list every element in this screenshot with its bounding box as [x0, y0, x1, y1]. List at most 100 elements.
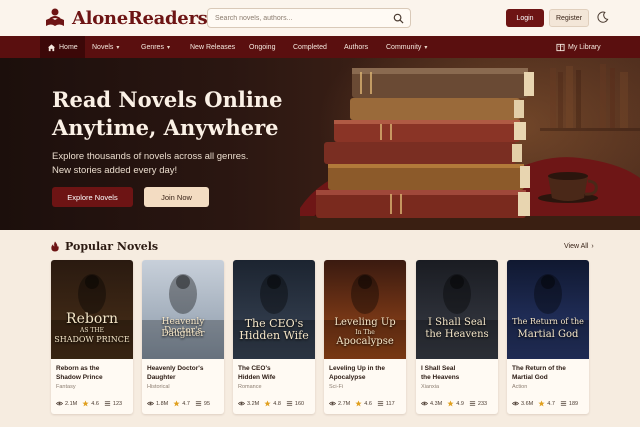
eye-icon [512, 401, 519, 406]
nav-community[interactable]: Community ▾ [386, 36, 427, 58]
views-count: 4.3M [430, 400, 443, 407]
novel-stats: 1.8M 4.7 95 [147, 400, 223, 407]
join-now-button[interactable]: Join Now [144, 187, 209, 207]
novel-title-line2: Apocalypse [329, 374, 366, 381]
views-stat: 3.6M [512, 400, 533, 407]
novel-card[interactable]: The Return of the Martial God The Return… [507, 260, 589, 414]
cover-title: The Return of the [512, 317, 584, 326]
nav-my-library[interactable]: My Library [556, 36, 601, 58]
chapters-stat: 160 [286, 400, 304, 407]
chapters-stat: 189 [560, 400, 578, 407]
novel-stats: 2.1M 4.6 123 [56, 400, 132, 407]
cover-art [507, 260, 589, 359]
novel-cover[interactable]: The CEO's Hidden Wife [233, 260, 315, 359]
moon-icon[interactable] [596, 11, 609, 24]
view-all-link[interactable]: View All › [564, 243, 594, 250]
search-input[interactable] [208, 14, 388, 22]
list-icon [560, 401, 567, 406]
nav-authors[interactable]: Authors [344, 36, 368, 58]
novel-title-line1: Leveling Up in the [329, 365, 385, 372]
views-count: 2.7M [338, 400, 351, 407]
novel-title-line2: Hidden Wife [238, 374, 276, 381]
nav-novels[interactable]: Novels ▾ [92, 36, 119, 58]
nav-completed-label: Completed [293, 43, 327, 51]
chapters-count: 123 [112, 400, 123, 407]
rating-value: 4.9 [456, 400, 464, 407]
chapters-stat: 95 [195, 400, 210, 407]
views-count: 2.1M [65, 400, 78, 407]
list-icon [286, 401, 293, 406]
cover-title-line2: the Heavens [425, 329, 489, 340]
novel-cover[interactable]: I Shall Seal the Heavens [416, 260, 498, 359]
novel-card[interactable]: Heavenly Doctor's Daughter Heavenly Doct… [142, 260, 224, 414]
novel-card[interactable]: Leveling Up In The Apocalypse Leveling U… [324, 260, 406, 414]
eye-icon [147, 401, 154, 406]
chapters-stat: 123 [104, 400, 122, 407]
chapters-count: 160 [294, 400, 305, 407]
site-logo[interactable]: AloneReaders [44, 7, 208, 29]
rating-stat: 4.7 [538, 400, 555, 407]
chapters-count: 233 [477, 400, 488, 407]
chapters-stat: 233 [469, 400, 487, 407]
home-icon [47, 43, 56, 51]
nav-home-label: Home [59, 43, 78, 51]
cover-title: I Shall Seal [428, 317, 486, 328]
popular-title: Popular Novels [65, 240, 159, 253]
novel-genre: Xianxia [421, 384, 440, 390]
novel-title[interactable]: Leveling Up in the Apocalypse [329, 364, 403, 382]
novel-stats: 3.6M 4.7 189 [512, 400, 588, 407]
novel-title[interactable]: The CEO's Hidden Wife [238, 364, 312, 382]
novel-title-line1: The Return of the [512, 365, 566, 372]
hero-title: Read Novels Online Anytime, Anywhere [52, 86, 312, 142]
eye-icon [238, 401, 245, 406]
star-icon [538, 400, 545, 407]
chevron-down-icon: ▾ [166, 44, 170, 51]
nav-home[interactable]: Home [40, 36, 85, 58]
cover-art [416, 260, 498, 359]
chapters-stat: 117 [377, 400, 395, 407]
login-button[interactable]: Login [506, 9, 544, 27]
novel-card[interactable]: I Shall Seal the Heavens I Shall Seal th… [416, 260, 498, 414]
novel-title[interactable]: The Return of the Martial God [512, 364, 586, 382]
views-count: 3.6M [521, 400, 534, 407]
novel-cover[interactable]: The Return of the Martial God [507, 260, 589, 359]
novel-cover[interactable]: Reborn AS THE SHADOW PRINCE [51, 260, 133, 359]
novel-title-line1: I Shall Seal [421, 365, 456, 372]
hero-banner: Read Novels Online Anytime, Anywhere Exp… [0, 58, 640, 230]
novel-title[interactable]: I Shall Seal the Heavens [421, 364, 495, 382]
main-nav: Home Novels ▾ Genres ▾ New Releases Ongo… [0, 36, 640, 58]
novel-title[interactable]: Heavenly Doctor's Daughter [147, 364, 221, 382]
novel-card[interactable]: The CEO's Hidden Wife The CEO's Hidden W… [233, 260, 315, 414]
hero-subtitle-line1: Explore thousands of novels across all g… [52, 151, 249, 162]
novel-cover[interactable]: Heavenly Doctor's Daughter [142, 260, 224, 359]
views-stat: 1.8M [147, 400, 168, 407]
novel-cover[interactable]: Leveling Up In The Apocalypse [324, 260, 406, 359]
rating-value: 4.6 [364, 400, 372, 407]
stacked-books-illustration [300, 64, 640, 230]
nav-new-releases[interactable]: New Releases [190, 36, 235, 58]
cover-title-line2: Apocalypse [336, 336, 394, 347]
nav-genres[interactable]: Genres ▾ [141, 36, 170, 58]
novel-card[interactable]: Reborn AS THE SHADOW PRINCE Reborn as th… [51, 260, 133, 414]
star-icon [264, 400, 271, 407]
cover-title-line2: Hidden Wife [239, 329, 309, 342]
cover-title: Reborn [66, 311, 118, 327]
search-box [207, 8, 411, 28]
nav-completed[interactable]: Completed [293, 36, 327, 58]
nav-authors-label: Authors [344, 43, 369, 51]
views-stat: 4.3M [421, 400, 442, 407]
nav-new-releases-label: New Releases [190, 43, 236, 51]
views-count: 1.8M [156, 400, 169, 407]
hero-subtitle-line2: New stories added every day! [52, 165, 178, 176]
cover-title-line2: Martial God [517, 329, 579, 340]
explore-novels-button[interactable]: Explore Novels [52, 187, 133, 207]
register-button[interactable]: Register [549, 9, 589, 27]
rating-stat: 4.6 [355, 400, 372, 407]
search-icon[interactable] [393, 13, 404, 24]
novel-genre: Historical [147, 384, 170, 390]
nav-ongoing[interactable]: Ongoing [249, 36, 275, 58]
novel-stats: 2.7M 4.6 117 [329, 400, 405, 407]
cover-art [233, 260, 315, 359]
novel-title[interactable]: Reborn as the Shadow Prince [56, 364, 130, 382]
cover-title: Leveling Up [334, 317, 396, 328]
